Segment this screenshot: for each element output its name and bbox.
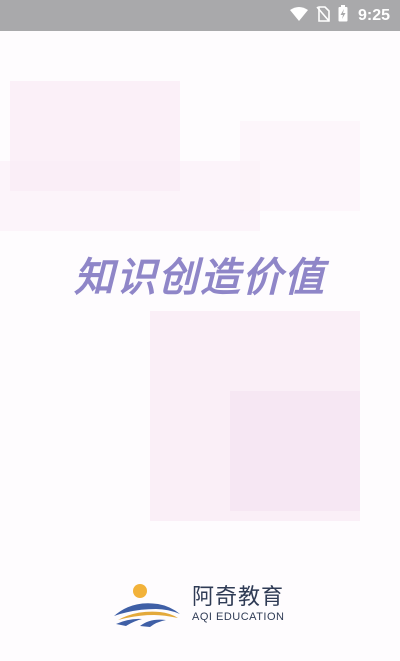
splash-screen: 知识创造价值 阿奇教育 AQI EDUCATION	[0, 31, 400, 661]
background-blob	[230, 391, 360, 511]
splash-slogan: 知识创造价值	[74, 255, 326, 301]
background-blob	[240, 121, 360, 211]
status-icons: 9:25	[289, 0, 390, 31]
brand-text: 阿奇教育 AQI EDUCATION	[192, 586, 284, 624]
background-blob	[0, 161, 260, 231]
wifi-icon	[289, 6, 308, 25]
battery-charging-icon	[338, 5, 348, 26]
brand-name: 阿奇教育	[192, 585, 285, 610]
brand-lockup: 阿奇教育 AQI EDUCATION	[110, 581, 300, 629]
status-bar: 9:25	[0, 0, 400, 31]
no-sim-icon	[316, 5, 330, 26]
aqi-education-logo-icon	[110, 582, 184, 628]
status-time: 9:25	[357, 6, 390, 24]
brand-subtitle: AQI EDUCATION	[192, 611, 285, 623]
